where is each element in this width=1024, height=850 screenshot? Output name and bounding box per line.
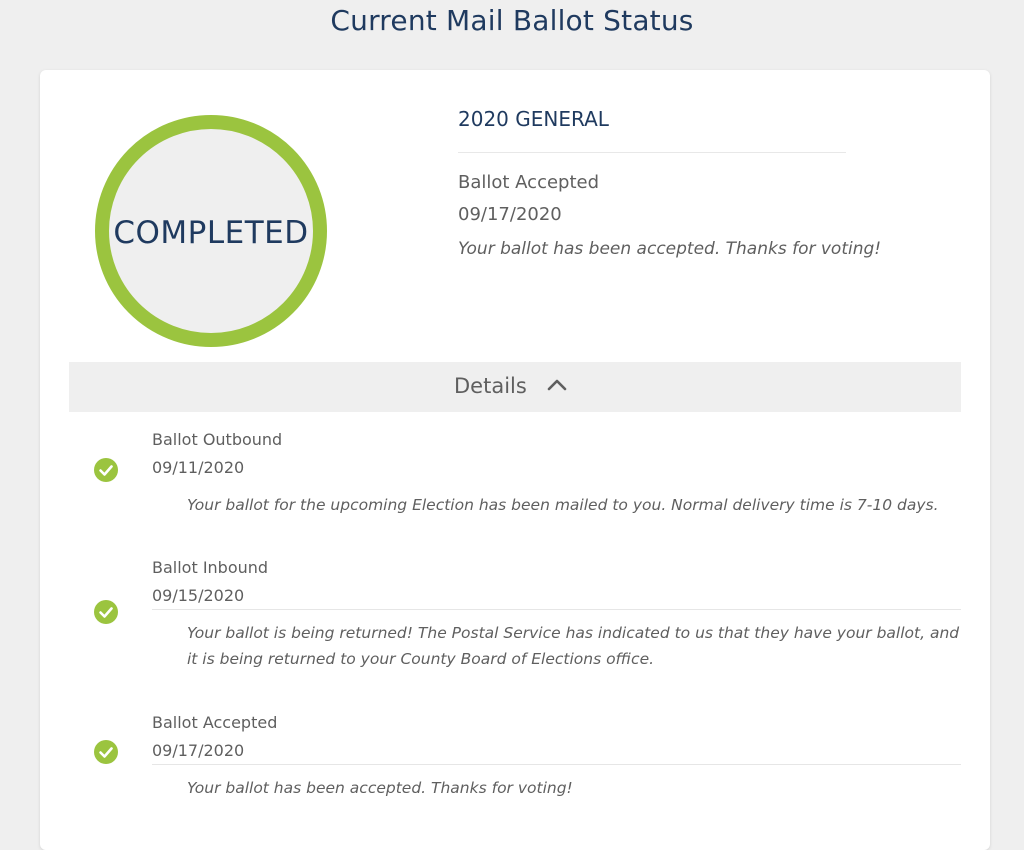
event-text: Ballot Outbound 09/11/2020 Your ballot f… <box>152 426 961 518</box>
election-name: 2020 GENERAL <box>458 106 846 153</box>
check-circle-icon <box>94 740 118 764</box>
summary-date: 09/17/2020 <box>458 204 562 225</box>
summary-status: Ballot Accepted <box>458 172 600 193</box>
check-circle-icon <box>94 600 118 624</box>
check-circle-icon <box>94 458 118 482</box>
details-label: Details <box>454 374 527 398</box>
event-message: Your ballot has been accepted. Thanks fo… <box>187 779 573 797</box>
page-title: Current Mail Ballot Status <box>330 4 694 37</box>
event-message: Your ballot for the upcoming Election ha… <box>187 496 939 514</box>
ballot-status-card: COMPLETED 2020 GENERAL Ballot Accepted 0… <box>40 70 990 850</box>
details-toggle-button[interactable]: Details <box>69 362 961 412</box>
event-date: 09/17/2020 <box>152 741 245 760</box>
event-text: Ballot Accepted 09/17/2020 Your ballot h… <box>152 709 961 801</box>
chevron-up-icon <box>547 379 567 391</box>
status-label: COMPLETED <box>113 215 309 251</box>
event-message: Your ballot is being returned! The Posta… <box>187 624 960 668</box>
summary-message: Your ballot has been accepted. Thanks fo… <box>458 239 882 259</box>
event-text: Ballot Inbound 09/15/2020 Your ballot is… <box>152 554 961 672</box>
event-date: 09/11/2020 <box>152 458 245 477</box>
event-date: 09/15/2020 <box>152 586 245 605</box>
event-status: Ballot Accepted <box>152 713 278 732</box>
status-ring: COMPLETED <box>95 115 327 347</box>
ballot-summary: 2020 GENERAL Ballot Accepted 09/17/2020 … <box>458 106 882 259</box>
event-status: Ballot Outbound <box>152 430 283 449</box>
event-status: Ballot Inbound <box>152 558 269 577</box>
